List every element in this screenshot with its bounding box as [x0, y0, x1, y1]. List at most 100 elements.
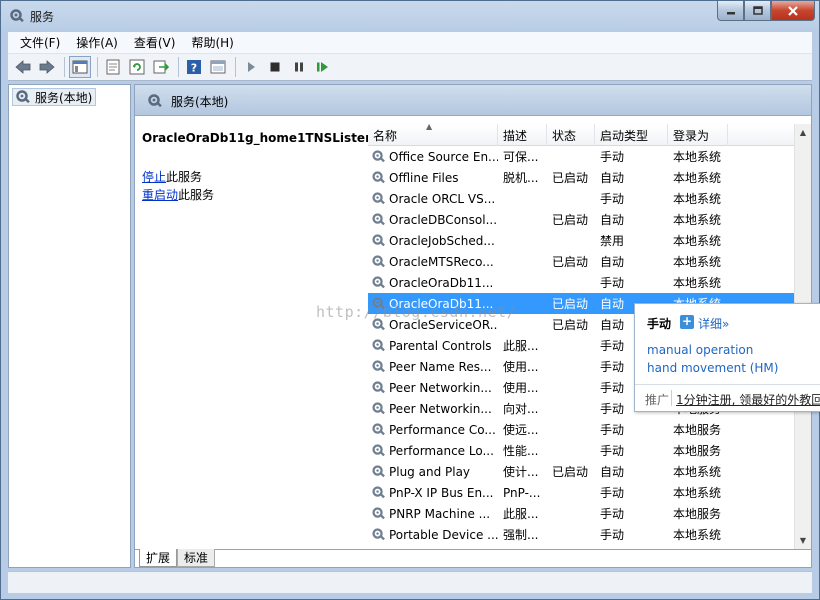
popup-detail-link[interactable]: 详细» — [698, 315, 729, 332]
services-gear-icon — [10, 9, 24, 23]
sort-ascending-icon: ▲ — [426, 124, 433, 131]
tab-standard[interactable]: 标准 — [177, 549, 216, 567]
service-status: 已启动 — [552, 171, 589, 185]
translation-popup: 手动 + 详细» manual operation hand movement … — [634, 303, 820, 412]
menu-view[interactable]: 查看(V) — [126, 34, 184, 51]
back-button[interactable] — [12, 56, 34, 78]
stop-service-link[interactable]: 停止 — [142, 170, 166, 184]
service-logon-as: 本地服务 — [673, 444, 722, 458]
service-gear-icon — [372, 507, 385, 520]
service-logon-as: 本地服务 — [673, 507, 722, 521]
add-word-icon[interactable]: + — [680, 315, 694, 329]
service-row[interactable]: OracleJobSched... 禁用 本地系统 — [368, 230, 798, 251]
properties-button[interactable] — [102, 56, 124, 78]
service-name-cell: OracleJobSched... — [368, 233, 498, 248]
services-gear-icon — [148, 94, 162, 108]
column-logon-as[interactable]: 登录为 — [668, 124, 728, 146]
service-description: 此服... — [503, 339, 539, 353]
service-gear-icon — [372, 213, 385, 226]
service-startup-type: 手动 — [600, 192, 625, 206]
menu-help[interactable]: 帮助(H) — [183, 34, 241, 51]
service-row[interactable]: Portable Device ... 强制... 手动 本地系统 — [368, 524, 798, 545]
service-name: Peer Networkin... — [389, 380, 492, 395]
start-service-button[interactable] — [240, 56, 262, 78]
menu-bar: 文件(F) 操作(A) 查看(V) 帮助(H) — [8, 32, 812, 53]
popup-ad-separator — [671, 390, 672, 406]
popup-ad-link[interactable]: 1分钟注册, 领最好的外教回 — [676, 391, 820, 408]
service-row[interactable]: Performance Lo... 性能... 手动 本地服务 — [368, 440, 798, 461]
column-label: 启动类型 — [600, 128, 649, 143]
menu-file[interactable]: 文件(F) — [12, 34, 68, 51]
column-name[interactable]: ▲ 名称 — [368, 124, 498, 146]
service-name-cell: OracleMTSReco... — [368, 254, 498, 269]
service-row[interactable]: Offline Files 脱机... 已启动 自动 本地系统 — [368, 167, 798, 188]
pause-service-button[interactable] — [288, 56, 310, 78]
service-gear-icon — [372, 381, 385, 394]
column-label: 描述 — [503, 128, 528, 143]
service-name: Performance Co... — [389, 422, 496, 437]
service-description: 性能... — [503, 444, 539, 458]
export-button[interactable] — [150, 56, 172, 78]
stop-service-button[interactable] — [264, 56, 286, 78]
service-gear-icon — [372, 318, 385, 331]
scroll-up-icon[interactable]: ▲ — [795, 124, 811, 141]
minimize-button[interactable] — [717, 1, 744, 21]
service-startup-type: 手动 — [600, 150, 625, 164]
service-row[interactable]: OracleOraDb11... 手动 本地系统 — [368, 272, 798, 293]
close-button[interactable] — [771, 1, 815, 21]
service-gear-icon — [372, 171, 385, 184]
column-status[interactable]: 状态 — [547, 124, 595, 146]
refresh-button[interactable] — [126, 56, 148, 78]
service-logon-as: 本地服务 — [673, 423, 722, 437]
status-bar — [8, 571, 812, 593]
tree-item-services-local[interactable]: 服务(本地) — [12, 88, 97, 106]
pause-icon — [295, 62, 303, 72]
service-name: PnP-X IP Bus En... — [389, 485, 494, 500]
view-button[interactable] — [207, 56, 229, 78]
service-name-cell: Performance Lo... — [368, 443, 498, 458]
maximize-button[interactable] — [744, 1, 771, 21]
tab-extended[interactable]: 扩展 — [139, 549, 178, 567]
services-window: 服务 文件(F) 操作(A) 查看(V) 帮助(H) ? 服务(本地) 服务(本… — [0, 0, 820, 600]
service-row[interactable]: PnP-X IP Bus En... PnP-... 手动 本地系统 — [368, 482, 798, 503]
service-row[interactable]: Oracle ORCL VS... 手动 本地系统 — [368, 188, 798, 209]
forward-button[interactable] — [36, 56, 58, 78]
service-name: Offline Files — [389, 170, 459, 185]
service-startup-type: 手动 — [600, 507, 625, 521]
column-label: 登录为 — [673, 128, 710, 143]
export-icon — [153, 60, 169, 74]
title-bar[interactable]: 服务 — [1, 1, 819, 31]
service-status: 已启动 — [552, 465, 589, 479]
service-row[interactable]: Plug and Play 使计... 已启动 自动 本地系统 — [368, 461, 798, 482]
maximize-icon — [752, 5, 763, 15]
service-logon-as: 本地系统 — [673, 213, 722, 227]
service-logon-as: 本地系统 — [673, 150, 722, 164]
service-name: OracleDBConsol... — [389, 212, 498, 227]
service-name-cell: Peer Name Res... — [368, 359, 498, 374]
panel-title: 服务(本地) — [171, 95, 229, 109]
restart-icon — [317, 62, 328, 72]
service-startup-type: 禁用 — [600, 234, 625, 248]
service-row[interactable]: OracleMTSReco... 已启动 自动 本地系统 — [368, 251, 798, 272]
window-title: 服务 — [30, 10, 55, 24]
play-icon — [248, 62, 255, 72]
restart-service-link[interactable]: 重启动 — [142, 188, 178, 202]
service-description: 使用... — [503, 360, 539, 374]
column-startup-type[interactable]: 启动类型 — [595, 124, 668, 146]
service-row[interactable]: PNRP Machine ... 此服... 手动 本地服务 — [368, 503, 798, 524]
help-button[interactable]: ? — [183, 56, 205, 78]
column-label: 状态 — [552, 128, 577, 143]
restart-service-button[interactable] — [312, 56, 334, 78]
stop-icon — [270, 62, 280, 72]
column-description[interactable]: 描述 — [498, 124, 547, 146]
service-name-cell: Office Source En... — [368, 149, 498, 164]
scroll-down-icon[interactable]: ▼ — [795, 532, 811, 549]
menu-action[interactable]: 操作(A) — [68, 34, 126, 51]
service-row[interactable]: Office Source En... 可保... 手动 本地系统 — [368, 146, 798, 167]
service-gear-icon — [372, 234, 385, 247]
service-row[interactable]: OracleDBConsol... 已启动 自动 本地系统 — [368, 209, 798, 230]
console-tree-button[interactable] — [69, 56, 91, 78]
toolbar: ? — [8, 53, 812, 81]
service-status: 已启动 — [552, 297, 589, 311]
service-row[interactable]: Performance Co... 使远... 手动 本地服务 — [368, 419, 798, 440]
